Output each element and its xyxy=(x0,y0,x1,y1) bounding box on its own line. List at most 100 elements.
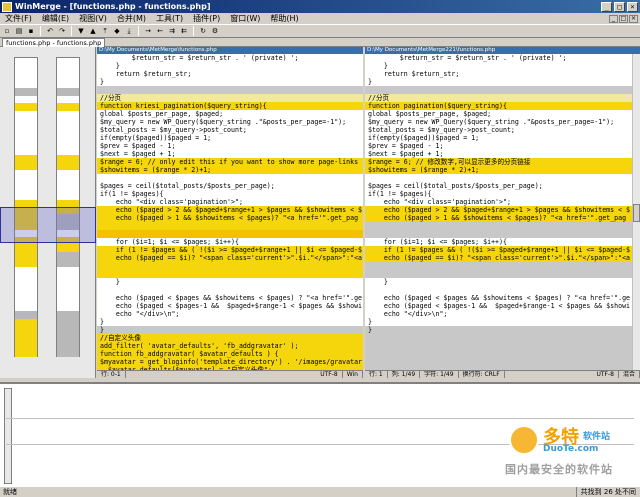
left-code-line[interactable]: } xyxy=(97,326,363,334)
menu-plugins[interactable]: 插件(P) xyxy=(188,13,225,24)
right-code-line[interactable]: $return_str = $return_str . ' (private) … xyxy=(365,54,640,62)
right-code-line[interactable]: } xyxy=(365,62,640,70)
right-code-line[interactable]: echo ($paged > 2 && $paged+$range+1 > $p… xyxy=(365,206,640,214)
right-code-line[interactable]: } xyxy=(365,318,640,326)
new-icon[interactable]: ▫ xyxy=(2,26,12,36)
left-code-line[interactable] xyxy=(97,86,363,94)
left-code-line[interactable]: $total_posts = $my_query->post_count; xyxy=(97,126,363,134)
left-code-line[interactable]: echo ($paged == $i)? "<span class='curre… xyxy=(97,254,363,262)
left-code-line[interactable] xyxy=(97,222,363,230)
left-code-line[interactable]: $showitems = ($range * 2)+1; xyxy=(97,166,363,174)
left-code-line[interactable]: function kriesi_pagination($query_string… xyxy=(97,102,363,110)
right-code-line[interactable] xyxy=(365,270,640,278)
right-code-line[interactable]: echo "<div class='pagination'>"; xyxy=(365,198,640,206)
right-code-line[interactable] xyxy=(365,286,640,294)
right-code-line[interactable]: echo ($paged == $i)? "<span class='curre… xyxy=(365,254,640,262)
right-code-line[interactable]: } xyxy=(365,326,640,334)
right-code-line[interactable]: echo "</div>\n"; xyxy=(365,310,640,318)
copy-left-icon[interactable]: ← xyxy=(155,26,165,36)
right-code-line[interactable]: $pages = ceil($total_posts/$posts_per_pa… xyxy=(365,182,640,190)
left-code-line[interactable]: add_filter( 'avatar_defaults', 'fb_addgr… xyxy=(97,342,363,350)
right-code-line[interactable] xyxy=(365,174,640,182)
location-viewport-marker[interactable] xyxy=(0,207,96,243)
left-code-line[interactable]: for ($i=1; $i <= $pages; $i++){ xyxy=(97,238,363,246)
right-code-line[interactable]: return $return_str; xyxy=(365,70,640,78)
right-code-line[interactable] xyxy=(365,262,640,270)
scrollbar-thumb[interactable] xyxy=(633,204,640,222)
refresh-icon[interactable]: ↻ xyxy=(198,26,208,36)
left-code-line[interactable]: if(1 != $pages){ xyxy=(97,190,363,198)
left-code-line[interactable] xyxy=(97,262,363,270)
menu-edit[interactable]: 编辑(E) xyxy=(37,13,74,24)
left-code-line[interactable]: echo ($paged > 2 && $paged+$range+1 > $p… xyxy=(97,206,363,214)
first-diff-icon[interactable]: ⤒ xyxy=(100,26,110,36)
document-tab[interactable]: functions.php - functions.php xyxy=(2,38,106,47)
mdi-close-button[interactable]: × xyxy=(629,14,638,23)
prev-diff-icon[interactable]: ▲ xyxy=(88,26,98,36)
close-button[interactable]: × xyxy=(627,1,638,12)
diff-detail-pane[interactable] xyxy=(0,382,640,486)
right-code-view[interactable]: $return_str = $return_str . ' (private) … xyxy=(365,54,640,370)
right-code-line[interactable]: global $posts_per_page, $paged; xyxy=(365,110,640,118)
right-code-line[interactable] xyxy=(365,350,640,358)
left-code-view[interactable]: $return_str = $return_str . ' (private) … xyxy=(97,54,363,370)
right-vertical-scrollbar[interactable] xyxy=(632,54,640,370)
left-code-line[interactable]: $range = 6; // only edit this if you wan… xyxy=(97,158,363,166)
right-code-line[interactable]: if (1 != $pages && ( !($i >= $paged+$ran… xyxy=(365,246,640,254)
maximize-button[interactable]: □ xyxy=(614,1,625,12)
right-code-line[interactable]: if(1 != $pages){ xyxy=(365,190,640,198)
right-file-pane[interactable]: D:\My Documents\MetMerge221\functions.ph… xyxy=(365,47,640,378)
left-code-line[interactable]: $myavatar = get_bloginfo('template_direc… xyxy=(97,358,363,366)
left-code-line[interactable]: echo ($paged < $pages-1 && $paged+$range… xyxy=(97,302,363,310)
left-code-line[interactable]: if(empty($paged))$paged = 1; xyxy=(97,134,363,142)
next-diff-icon[interactable]: ▼ xyxy=(76,26,86,36)
left-code-line[interactable]: $next = $paged + 1; xyxy=(97,150,363,158)
left-code-line[interactable]: echo "</div>\n"; xyxy=(97,310,363,318)
right-code-line[interactable]: $prev = $paged - 1; xyxy=(365,142,640,150)
right-code-line[interactable]: $showitems = ($range * 2)+1; xyxy=(365,166,640,174)
left-code-line[interactable]: } xyxy=(97,62,363,70)
right-code-line[interactable]: if(empty($paged))$paged = 1; xyxy=(365,134,640,142)
current-diff-icon[interactable]: ◆ xyxy=(112,26,122,36)
open-icon[interactable]: ▤ xyxy=(14,26,24,36)
right-code-line[interactable]: for ($i=1; $i <= $pages; $i++){ xyxy=(365,238,640,246)
left-code-line[interactable]: return $return_str; xyxy=(97,70,363,78)
left-file-pane[interactable]: D:\My Documents\MetMerge\functions.php $… xyxy=(97,47,363,378)
menu-file[interactable]: 文件(F) xyxy=(0,13,37,24)
left-code-line[interactable]: $prev = $paged - 1; xyxy=(97,142,363,150)
mdi-restore-button[interactable]: □ xyxy=(619,14,628,23)
left-code-line[interactable]: //自定义头像 xyxy=(97,334,363,342)
left-code-line[interactable]: echo ($paged < $pages && $showitems < $p… xyxy=(97,294,363,302)
right-code-line[interactable] xyxy=(365,334,640,342)
menu-window[interactable]: 窗口(W) xyxy=(225,13,265,24)
right-code-line[interactable] xyxy=(365,342,640,350)
right-code-line[interactable]: echo ($paged < $pages-1 && $paged+$range… xyxy=(365,302,640,310)
menu-help[interactable]: 帮助(H) xyxy=(265,13,303,24)
save-icon[interactable]: ▪ xyxy=(26,26,36,36)
menu-merge[interactable]: 合并(M) xyxy=(112,13,151,24)
options-icon[interactable]: ⚙ xyxy=(210,26,220,36)
left-code-line[interactable]: //分页 xyxy=(97,94,363,102)
copy-all-left-icon[interactable]: ⇇ xyxy=(179,26,189,36)
left-code-line[interactable] xyxy=(97,230,363,238)
right-code-line[interactable]: echo ($paged > 1 && $showitems < $pages)… xyxy=(365,214,640,222)
right-code-line[interactable]: $range = 6; // 修改数字,可以显示更多的分页链接 xyxy=(365,158,640,166)
left-code-line[interactable] xyxy=(97,174,363,182)
left-code-line[interactable] xyxy=(97,270,363,278)
left-code-line[interactable]: global $posts_per_page, $paged; xyxy=(97,110,363,118)
left-code-line[interactable] xyxy=(97,286,363,294)
left-code-line[interactable]: echo "<div class='pagination'>"; xyxy=(97,198,363,206)
right-code-line[interactable]: $total_posts = $my_query->post_count; xyxy=(365,126,640,134)
right-code-line[interactable]: //分页 xyxy=(365,94,640,102)
left-code-line[interactable]: } xyxy=(97,78,363,86)
menu-tools[interactable]: 工具(T) xyxy=(151,13,188,24)
location-pane[interactable] xyxy=(0,47,96,378)
left-code-line[interactable]: $return_str = $return_str . ' (private) … xyxy=(97,54,363,62)
mdi-minimize-button[interactable]: _ xyxy=(609,14,618,23)
right-code-line[interactable]: echo ($paged < $pages && $showitems < $p… xyxy=(365,294,640,302)
right-code-line[interactable] xyxy=(365,86,640,94)
right-code-line[interactable]: } xyxy=(365,78,640,86)
right-code-line[interactable]: $next = $paged + 1; xyxy=(365,150,640,158)
left-code-line[interactable]: } xyxy=(97,318,363,326)
minimize-button[interactable]: _ xyxy=(601,1,612,12)
